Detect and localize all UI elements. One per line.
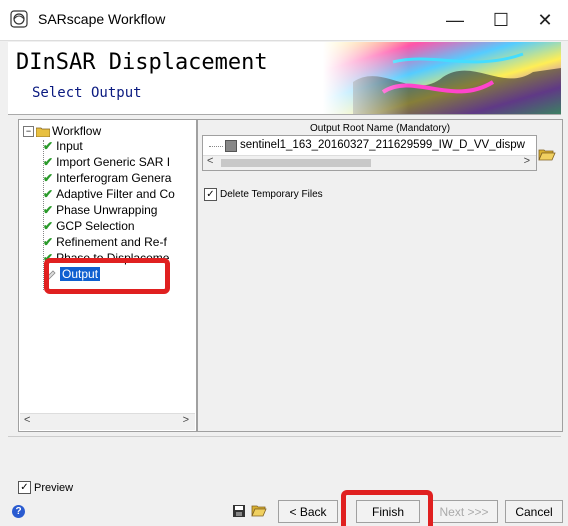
checkmark-icon: ✔ <box>43 139 54 153</box>
tree-item-adaptive-filter[interactable]: ✔ Adaptive Filter and Co <box>43 187 175 201</box>
tree-item-label: Input <box>56 139 83 153</box>
highlight-finish-annotation <box>341 490 433 526</box>
file-icon <box>225 140 237 152</box>
checkmark-icon: ✔ <box>43 219 54 233</box>
checkmark-icon: ✔ <box>43 235 54 249</box>
tree-item-label: Phase Unwrapping <box>56 203 158 217</box>
workflow-title: DInSAR Displacement <box>16 50 268 75</box>
scroll-thumb[interactable] <box>221 159 371 167</box>
scroll-left-icon[interactable]: < <box>24 414 30 426</box>
close-button[interactable]: ✕ <box>522 0 568 40</box>
folder-open-icon[interactable] <box>538 147 556 161</box>
tree-root-workflow[interactable]: − Workflow <box>23 124 101 138</box>
tree-item-label: GCP Selection <box>56 219 135 233</box>
preview-label: Preview <box>34 481 74 494</box>
highlight-output-annotation <box>44 258 170 294</box>
checkmark-icon: ✔ <box>43 155 54 169</box>
back-button[interactable]: < Back <box>278 500 338 523</box>
tree-item-label: Adaptive Filter and Co <box>56 187 175 201</box>
output-filename[interactable]: sentinel1_163_20160327_211629599_IW_D_VV… <box>240 139 525 151</box>
interferogram-banner-image <box>323 42 561 114</box>
output-root-name-field[interactable]: sentinel1_163_20160327_211629599_IW_D_VV… <box>202 135 537 171</box>
minimize-button[interactable]: — <box>432 0 478 40</box>
tree-connector <box>209 146 223 147</box>
preview-option[interactable]: ✓ Preview <box>18 481 73 494</box>
checkmark-icon: ✔ <box>43 171 54 185</box>
tree-item-label: Import Generic SAR I <box>56 155 171 169</box>
output-root-label: Output Root Name (Mandatory) <box>309 123 451 134</box>
sarscape-app-icon <box>10 10 28 28</box>
collapse-toggle-icon[interactable]: − <box>23 126 34 138</box>
tree-root-label: Workflow <box>52 124 102 138</box>
header-divider <box>8 114 561 115</box>
delete-temp-label: Delete Temporary Files <box>220 189 323 200</box>
tree-item-import[interactable]: ✔ Import Generic SAR I <box>43 155 170 169</box>
output-settings-panel: Output Root Name (Mandatory) sentinel1_1… <box>197 119 563 432</box>
title-bar: SARscape Workflow — ☐ ✕ <box>0 0 568 41</box>
preview-checkbox[interactable]: ✓ <box>18 481 31 494</box>
checkmark-icon: ✔ <box>43 203 54 217</box>
checkmark-icon: ✔ <box>43 187 54 201</box>
scroll-left-icon[interactable]: < <box>207 155 213 167</box>
tree-horizontal-scrollbar[interactable]: < > <box>20 413 195 430</box>
cancel-button[interactable]: Cancel <box>505 500 563 523</box>
delete-temp-files-option[interactable]: ✓ Delete Temporary Files <box>204 188 323 201</box>
delete-temp-checkbox[interactable]: ✓ <box>204 188 217 201</box>
maximize-button[interactable]: ☐ <box>478 0 524 40</box>
footer-divider <box>8 436 561 437</box>
tree-item-input[interactable]: ✔ Input <box>43 139 83 153</box>
help-icon[interactable]: ? <box>12 505 25 518</box>
scroll-right-icon[interactable]: > <box>183 414 189 426</box>
tree-item-phase-unwrapping[interactable]: ✔ Phase Unwrapping <box>43 203 157 217</box>
tree-item-interferogram[interactable]: ✔ Interferogram Genera <box>43 171 171 185</box>
output-horizontal-scrollbar[interactable]: < > <box>203 155 536 170</box>
scroll-right-icon[interactable]: > <box>524 155 530 167</box>
tree-item-gcp-selection[interactable]: ✔ GCP Selection <box>43 219 135 233</box>
tree-item-refinement[interactable]: ✔ Refinement and Re-f <box>43 235 167 249</box>
folder-open-icon[interactable] <box>251 503 267 517</box>
tree-item-label: Interferogram Genera <box>56 171 172 185</box>
step-header: DInSAR Displacement Select Output <box>8 42 561 114</box>
save-icon[interactable] <box>232 504 246 518</box>
next-button[interactable]: Next >>> <box>430 500 498 523</box>
folder-icon <box>35 127 51 138</box>
tree-item-label: Refinement and Re-f <box>56 235 167 249</box>
window-title: SARscape Workflow <box>38 11 166 27</box>
step-subtitle: Select Output <box>32 85 142 101</box>
